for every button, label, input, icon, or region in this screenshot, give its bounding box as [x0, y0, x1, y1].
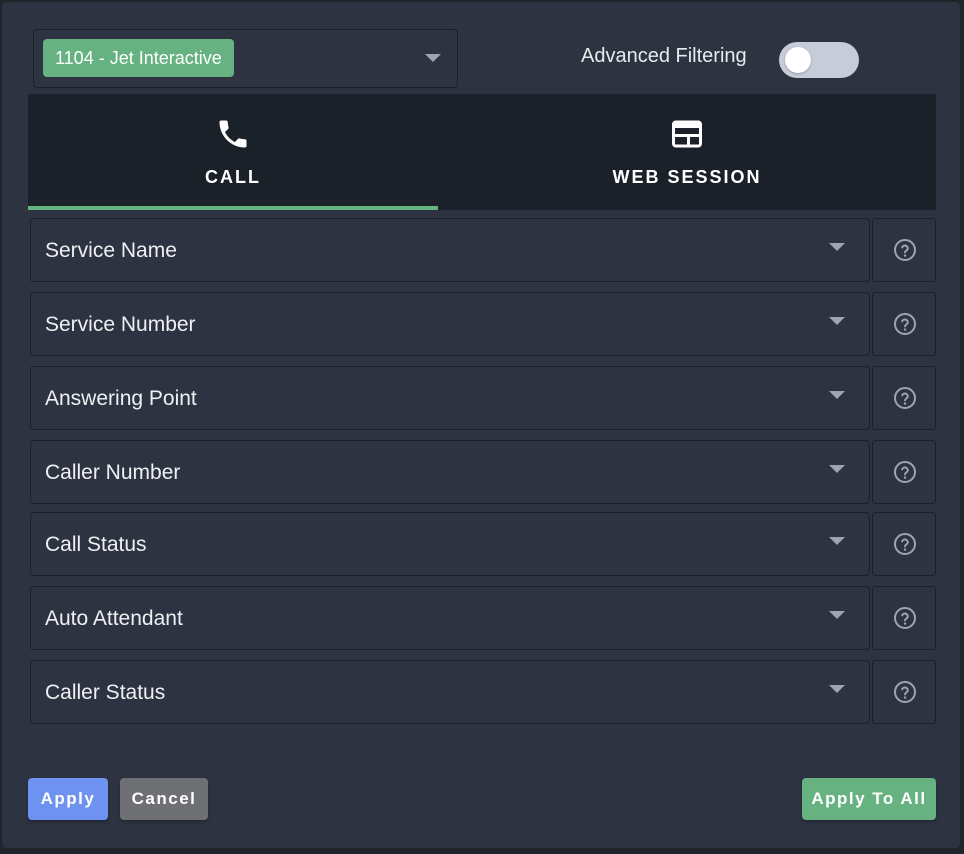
advanced-filtering-toggle[interactable]	[779, 42, 859, 78]
answering-point-help-button[interactable]	[872, 366, 936, 430]
chevron-down-icon	[425, 54, 441, 62]
caller-status-select[interactable]: Caller Status	[30, 660, 870, 724]
auto-attendant-help-button[interactable]	[872, 586, 936, 650]
tab-bar: CALL WEB SESSION	[28, 94, 936, 210]
service-number-help-button[interactable]	[872, 292, 936, 356]
account-chip: 1104 - Jet Interactive	[43, 39, 234, 77]
tab-web-session[interactable]: WEB SESSION	[438, 94, 936, 210]
caller-number-help-button[interactable]	[872, 440, 936, 504]
chevron-down-icon	[829, 391, 845, 399]
filter-label: Caller Number	[45, 461, 181, 484]
service-name-help-button[interactable]	[872, 218, 936, 282]
filter-label: Auto Attendant	[45, 607, 183, 630]
call-status-select[interactable]: Call Status	[30, 512, 870, 576]
tab-call-label: CALL	[205, 167, 261, 187]
chevron-down-icon	[829, 243, 845, 251]
help-circle-icon	[894, 239, 916, 261]
cancel-button[interactable]: Cancel	[120, 778, 208, 820]
help-circle-icon	[894, 681, 916, 703]
chevron-down-icon	[829, 465, 845, 473]
chevron-down-icon	[829, 611, 845, 619]
help-circle-icon	[894, 313, 916, 335]
filter-row-service-number: Service Number	[30, 292, 936, 356]
help-circle-icon	[894, 607, 916, 629]
account-select[interactable]: 1104 - Jet Interactive	[33, 29, 458, 88]
apply-button[interactable]: Apply	[28, 778, 108, 820]
help-circle-icon	[894, 461, 916, 483]
filter-label: Service Number	[45, 313, 196, 336]
filter-label: Service Name	[45, 239, 177, 262]
filter-label: Answering Point	[45, 387, 197, 410]
help-circle-icon	[894, 533, 916, 555]
filter-label: Call Status	[45, 533, 147, 556]
chevron-down-icon	[829, 317, 845, 325]
answering-point-select[interactable]: Answering Point	[30, 366, 870, 430]
filter-row-service-name: Service Name	[30, 218, 936, 282]
active-tab-indicator	[28, 206, 438, 210]
filter-dialog: 1104 - Jet Interactive Advanced Filterin…	[2, 2, 960, 848]
service-name-select[interactable]: Service Name	[30, 218, 870, 282]
auto-attendant-select[interactable]: Auto Attendant	[30, 586, 870, 650]
help-circle-icon	[894, 387, 916, 409]
chevron-down-icon	[829, 537, 845, 545]
phone-icon	[219, 120, 247, 148]
call-status-help-button[interactable]	[872, 512, 936, 576]
filter-row-caller-status: Caller Status	[30, 660, 936, 724]
browser-window-icon	[672, 120, 702, 148]
filter-row-answering-point: Answering Point	[30, 366, 936, 430]
caller-number-select[interactable]: Caller Number	[30, 440, 870, 504]
filter-row-auto-attendant: Auto Attendant	[30, 586, 936, 650]
chevron-down-icon	[829, 685, 845, 693]
apply-to-all-button[interactable]: Apply To All	[802, 778, 936, 820]
service-number-select[interactable]: Service Number	[30, 292, 870, 356]
filter-row-caller-number: Caller Number	[30, 440, 936, 504]
toggle-knob	[785, 47, 811, 73]
advanced-filtering-label: Advanced Filtering	[581, 45, 747, 67]
tab-call[interactable]: CALL	[28, 94, 438, 210]
filter-row-call-status: Call Status	[30, 512, 936, 576]
filter-label: Caller Status	[45, 681, 166, 704]
tab-web-session-label: WEB SESSION	[612, 167, 762, 187]
caller-status-help-button[interactable]	[872, 660, 936, 724]
